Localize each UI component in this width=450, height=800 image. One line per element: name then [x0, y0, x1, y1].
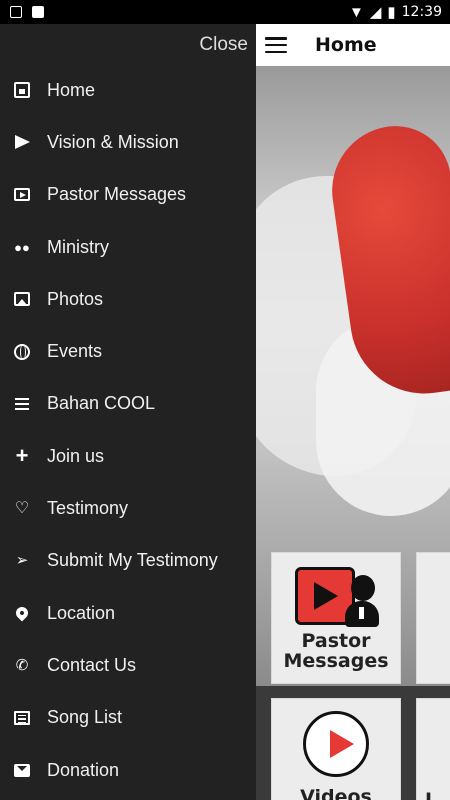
menu-item-submit-testimony[interactable]: ➢ Submit My Testimony	[0, 535, 256, 587]
menu-item-label: Submit My Testimony	[47, 550, 218, 571]
app-notification-icon	[32, 6, 44, 18]
tile-label-videos: Videos	[300, 786, 372, 800]
battery-icon: ▮	[387, 4, 396, 21]
menu-item-label: Bahan COOL	[47, 393, 156, 414]
menu-item-label: Vision & Mission	[47, 131, 179, 152]
send-icon	[14, 134, 30, 150]
page-title: Home	[315, 34, 377, 56]
video-icon	[14, 188, 30, 202]
menu-item-label: Pastor Messages	[47, 184, 187, 205]
plus-icon: +	[15, 443, 29, 469]
play-circle-icon	[303, 711, 369, 777]
document-icon	[14, 710, 30, 725]
partial-tile[interactable]	[416, 552, 450, 684]
photo-icon	[14, 292, 30, 307]
menu-item-label: Ministry	[47, 236, 109, 257]
menu-item-join-us[interactable]: + Join us	[0, 430, 256, 482]
pastor-play-icon	[295, 565, 379, 631]
menu-item-label: Events	[47, 341, 103, 362]
menu-item-label: Location	[47, 602, 116, 623]
partial-tile[interactable]: L	[416, 698, 450, 800]
people-icon: ●●	[14, 239, 30, 255]
main-app: Home Pastor Messages Videos L	[256, 24, 450, 800]
close-button[interactable]: Close	[199, 34, 248, 56]
paper-plane-icon: ➢	[15, 552, 29, 570]
menu-item-label: Song List	[47, 707, 123, 728]
signal-icon: ◢	[369, 4, 382, 21]
menu-item-ministry[interactable]: ●● Ministry	[0, 221, 256, 273]
partial-tile-label: L	[424, 789, 438, 800]
menu-item-label: Photos	[47, 288, 104, 309]
menu-item-location[interactable]: Location	[0, 587, 256, 639]
hero-image: Pastor Messages Videos L	[256, 66, 450, 800]
hamburger-menu-icon[interactable]	[265, 37, 287, 53]
mail-icon	[14, 763, 30, 777]
navigation-drawer: Close Home Vision & Mission Pastor Messa…	[0, 24, 256, 800]
image-notification-icon	[10, 6, 22, 18]
menu-item-photos[interactable]: Photos	[0, 273, 256, 325]
menu-item-pastor-messages[interactable]: Pastor Messages	[0, 169, 256, 221]
phone-icon: ✆	[15, 656, 29, 674]
globe-icon	[14, 343, 30, 360]
status-time: 12:39	[401, 4, 442, 20]
wifi-icon: ▼	[348, 3, 364, 21]
list-icon	[14, 396, 30, 412]
menu-item-vision-mission[interactable]: Vision & Mission	[0, 116, 256, 168]
videos-tile[interactable]: Videos	[271, 698, 401, 800]
app-bar: Home	[256, 24, 450, 66]
calendar-icon	[14, 82, 30, 99]
drawer-menu: Home Vision & Mission Pastor Messages ●●…	[0, 64, 256, 796]
menu-item-label: Contact Us	[47, 654, 137, 675]
menu-item-song-list[interactable]: Song List	[0, 692, 256, 744]
menu-item-donation[interactable]: Donation	[0, 744, 256, 796]
menu-item-testimony[interactable]: ♡ Testimony	[0, 482, 256, 534]
menu-item-label: Join us	[47, 445, 105, 466]
location-pin-icon	[13, 604, 31, 622]
heart-icon: ♡	[14, 499, 30, 517]
tile-label-pastor-messages: Pastor Messages	[283, 630, 389, 672]
menu-item-events[interactable]: Events	[0, 325, 256, 377]
menu-item-label: Testimony	[47, 498, 129, 519]
menu-item-contact-us[interactable]: ✆ Contact Us	[0, 639, 256, 691]
menu-item-home[interactable]: Home	[0, 64, 256, 116]
menu-item-bahan-cool[interactable]: Bahan COOL	[0, 378, 256, 430]
menu-item-label: Donation	[47, 759, 120, 780]
status-bar: ▼ ◢ ▮ 12:39	[0, 0, 450, 24]
pastor-messages-tile[interactable]: Pastor Messages	[271, 552, 401, 684]
menu-item-label: Home	[47, 79, 96, 100]
